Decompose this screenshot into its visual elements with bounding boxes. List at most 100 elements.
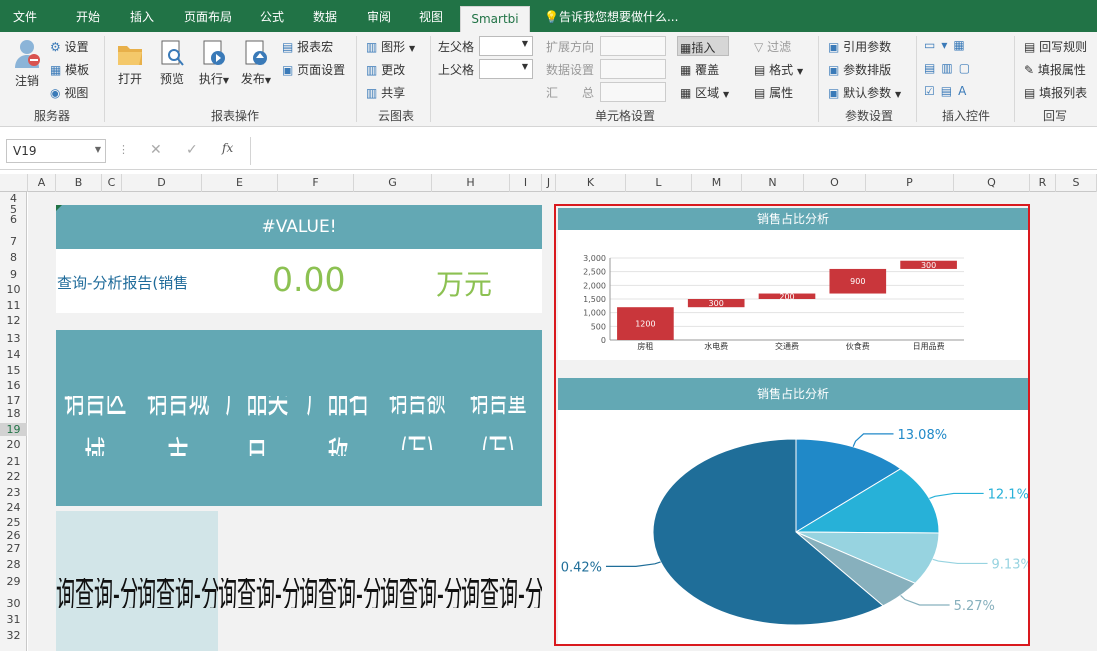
row-header[interactable]: 29	[0, 575, 27, 588]
row-header[interactable]: 11	[0, 299, 27, 312]
row-header[interactable]: 14	[0, 348, 27, 361]
fill-attribute-button[interactable]: ✎ 填报属性	[1024, 61, 1086, 78]
row-header[interactable]: 20	[0, 438, 27, 451]
shape-button[interactable]: ▥ 图形 ▼	[366, 38, 415, 55]
column-header[interactable]: D	[122, 174, 202, 192]
tab-review[interactable]: 审阅	[356, 0, 402, 32]
row-header[interactable]: 16	[0, 379, 27, 392]
row-header[interactable]: 21	[0, 455, 27, 468]
tab-file[interactable]: 文件	[0, 0, 50, 32]
writeback-rule-button[interactable]: ▤ 回写规则	[1024, 38, 1087, 55]
row-header[interactable]: 9	[0, 268, 27, 281]
tab-smartbi[interactable]: Smartbi	[460, 6, 530, 32]
control-icons-row-1[interactable]: ▭▾▦	[924, 38, 1014, 52]
top-parent-select[interactable]: ▼	[479, 59, 533, 79]
column-header[interactable]: H	[432, 174, 510, 192]
column-header[interactable]: N	[742, 174, 804, 192]
control-icons-row-2[interactable]: ▤▥▢	[924, 61, 1014, 75]
column-header[interactable]: L	[626, 174, 692, 192]
column-header[interactable]: E	[202, 174, 278, 192]
header-category[interactable]: 产品类目	[222, 396, 292, 456]
data-cell[interactable]: 询查询-分析报	[218, 578, 299, 608]
confirm-icon[interactable]: ✓	[186, 142, 198, 158]
data-cell[interactable]: 询查询-分析报	[461, 578, 542, 608]
row-header[interactable]: 32	[0, 629, 27, 642]
preview-button[interactable]: 预览	[156, 38, 188, 87]
row-header[interactable]: 30	[0, 597, 27, 610]
format-button[interactable]: ▤ 格式 ▼	[754, 61, 803, 78]
report-macro-button[interactable]: ▤ 报表宏	[282, 38, 333, 55]
column-header[interactable]: A	[28, 174, 56, 192]
default-param-button[interactable]: ▣ 默认参数 ▼	[828, 84, 901, 101]
settings-button[interactable]: ⚙ 设置	[50, 38, 89, 55]
logout-button[interactable]: 注销	[10, 38, 44, 89]
row-header[interactable]: 12	[0, 314, 27, 327]
row-header[interactable]: 31	[0, 613, 27, 626]
amount-value-cell[interactable]: 0.00	[272, 260, 345, 299]
tab-page-layout[interactable]: 页面布局	[172, 0, 244, 32]
column-header[interactable]: K	[556, 174, 626, 192]
data-cell[interactable]: 询查询-分析报	[380, 578, 461, 608]
row-header[interactable]: 18	[0, 407, 27, 420]
data-cell[interactable]: 询查询-分析报	[56, 578, 137, 608]
column-header[interactable]: R	[1030, 174, 1056, 192]
column-header[interactable]: Q	[954, 174, 1030, 192]
column-header[interactable]: O	[804, 174, 866, 192]
column-header[interactable]: J	[542, 174, 556, 192]
column-header[interactable]: P	[866, 174, 954, 192]
query-label-cell[interactable]: 查询-分析报告(销售	[57, 272, 219, 293]
row-header[interactable]: 17	[0, 394, 27, 407]
summary-select[interactable]	[600, 82, 666, 102]
area-button[interactable]: ▦ 区域 ▼	[680, 84, 729, 101]
header-sales-volume[interactable]: 销售量(万)	[458, 396, 538, 450]
row-header[interactable]: 7	[0, 235, 27, 248]
insert-button[interactable]: ▦插入	[677, 36, 729, 56]
pie-chart[interactable]: 13.08% 12.1% 9.13% 5.27% 0.42%	[558, 410, 1028, 644]
data-cell[interactable]: 询查询-分析报	[299, 578, 380, 608]
execute-button[interactable]: 执行▼	[198, 38, 230, 87]
header-product[interactable]: 产品名称	[302, 396, 374, 456]
control-icons-row-3[interactable]: ☑▤A	[924, 84, 1014, 98]
row-header-selected[interactable]: 19	[0, 423, 27, 436]
chart-panel-selection[interactable]: 销售占比分析 0 500 1,000 1,500 2,000 2,500 3,000 1200…	[554, 204, 1030, 646]
expand-direction-select[interactable]	[600, 36, 666, 56]
share-button[interactable]: ▥ 共享	[366, 84, 405, 101]
column-header[interactable]: C	[102, 174, 122, 192]
unit-cell[interactable]: 万元	[436, 263, 492, 303]
template-button[interactable]: ▦ 模板	[50, 61, 89, 78]
data-cell[interactable]: 询查询-分析报	[137, 578, 218, 608]
row-header[interactable]: 27	[0, 542, 27, 555]
cover-button[interactable]: ▦ 覆盖	[680, 61, 719, 78]
column-header[interactable]: M	[692, 174, 742, 192]
column-header[interactable]: S	[1056, 174, 1097, 192]
function-icon[interactable]: fx	[222, 141, 233, 155]
change-button[interactable]: ▥ 更改	[366, 61, 405, 78]
column-header[interactable]: I	[510, 174, 542, 192]
formula-input[interactable]	[250, 137, 1097, 165]
tab-insert[interactable]: 插入	[118, 0, 166, 32]
row-header[interactable]: 23	[0, 486, 27, 499]
row-header[interactable]: 6	[0, 213, 27, 226]
column-header[interactable]: B	[56, 174, 102, 192]
bar-chart[interactable]: 0 500 1,000 1,500 2,000 2,500 3,000 1200 房租 300 水电…	[558, 230, 1028, 360]
header-region[interactable]: 销售区域	[62, 396, 128, 456]
row-header[interactable]: 15	[0, 364, 27, 377]
cancel-icon[interactable]: ✕	[150, 142, 162, 158]
param-layout-button[interactable]: ▣ 参数排版	[828, 61, 891, 78]
row-header[interactable]: 25	[0, 516, 27, 529]
header-city[interactable]: 销售城市	[143, 396, 213, 456]
name-box[interactable]: V19 ▼	[6, 139, 106, 163]
tab-home[interactable]: 开始	[62, 0, 114, 32]
report-title-cell[interactable]: #VALUE!	[56, 205, 542, 249]
tab-formulas[interactable]: 公式	[250, 0, 294, 32]
column-header[interactable]: F	[278, 174, 354, 192]
tab-view[interactable]: 视图	[408, 0, 454, 32]
left-parent-select[interactable]: ▼	[479, 36, 533, 56]
row-header[interactable]: 24	[0, 501, 27, 514]
view-button[interactable]: ◉ 视图	[50, 84, 88, 101]
select-all-corner[interactable]	[0, 174, 28, 192]
ref-param-button[interactable]: ▣ 引用参数	[828, 38, 891, 55]
row-header[interactable]: 13	[0, 332, 27, 345]
row-header[interactable]: 22	[0, 470, 27, 483]
attribute-button[interactable]: ▤ 属性	[754, 84, 793, 101]
